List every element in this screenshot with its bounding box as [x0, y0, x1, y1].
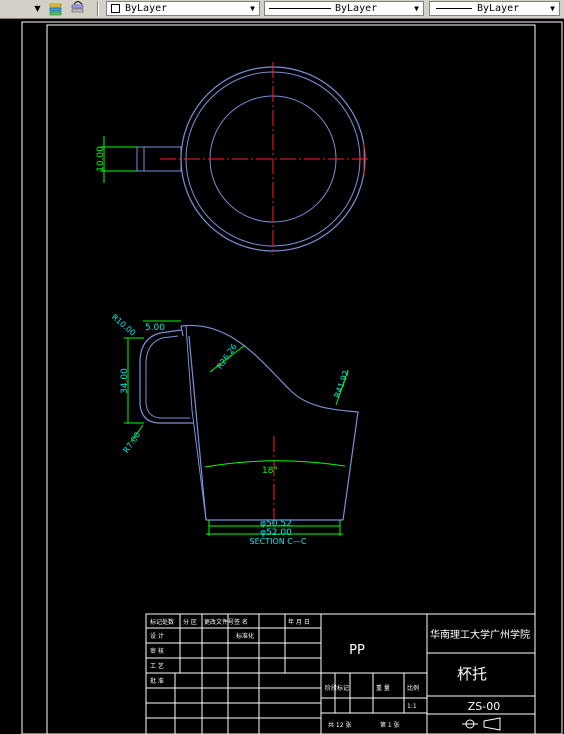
chevron-down-icon: ▼: [550, 4, 555, 13]
color-dropdown[interactable]: ByLayer ▼: [106, 1, 260, 16]
linetype-dropdown[interactable]: ByLayer ▼: [264, 1, 424, 16]
layer-states-icon[interactable]: [48, 1, 64, 16]
dim-height-text: 34.00: [120, 368, 130, 394]
handle-inner-profile: [145, 335, 190, 419]
section-view: 18° φ50.52 φ52.00 SECTION C—C 5.00 R10.0…: [110, 312, 359, 546]
dim-radius-curve-text: R26.26: [215, 342, 239, 370]
lineweight-preview: [436, 8, 472, 9]
chevron-down-icon: ▼: [414, 4, 419, 13]
dim-radius-top-text: R10.00: [110, 312, 138, 337]
header-cell-text: 年 月 日: [288, 618, 310, 626]
sheet-no-text: 第 1 张: [380, 721, 400, 729]
sheet-total-text: 共 12 张: [328, 721, 351, 729]
top-view: 10.00: [96, 62, 368, 255]
scale-value-text: 1:1: [407, 703, 417, 710]
chevron-down-icon: ▼: [250, 4, 255, 13]
dim-top-width-text: 5.00: [145, 323, 165, 333]
row-label-text: 审 核: [150, 647, 164, 655]
color-dropdown-label: ByLayer: [125, 3, 168, 14]
properties-toolbar: ▼ ByLayer ▼ ByLayer ▼ ByLayer ▼: [0, 0, 564, 19]
material-text: PP: [349, 643, 365, 658]
header-cell-text: 分 区: [183, 618, 197, 626]
header-cell-text: 签 名: [234, 618, 248, 626]
cup-profile-right: [180, 324, 359, 521]
stage-label-text: 阶段标记: [325, 684, 349, 692]
toolbar-separator: [97, 1, 99, 16]
dim-radius-right-text: R41.92: [333, 369, 351, 399]
scale-label-text: 比例: [407, 684, 419, 692]
projection-symbol-icon: [462, 717, 501, 731]
handle-outer-profile: [139, 329, 194, 424]
school-name-text: 华南理工大学广州学院: [430, 628, 530, 641]
linetype-preview: [269, 8, 331, 9]
dim-radius-bottom-text: R7.00: [122, 430, 143, 454]
drawing-canvas[interactable]: 10.00 18° φ50.52 φ52.00 SECTION C—C 5.00…: [0, 18, 564, 734]
weight-label-text: 重 量: [376, 684, 390, 692]
std-label-text: 标准化: [236, 632, 254, 640]
section-label: SECTION C—C: [250, 537, 307, 546]
lineweight-dropdown-label: ByLayer: [477, 3, 520, 14]
row-label-text: 批 准: [150, 677, 164, 685]
sheet-outer-border: [21, 21, 563, 734]
row-label-text: 设 计: [150, 632, 164, 640]
dim-handle-width-text: 10.00: [96, 146, 106, 172]
part-name-text: 杯托: [457, 665, 487, 683]
row-label-text: 工 艺: [150, 662, 164, 670]
color-swatch-icon: [111, 4, 120, 13]
dim-angle-text: 18°: [262, 466, 278, 476]
header-cell-text: 更改文件号: [204, 618, 234, 626]
dropdown-arrow-icon[interactable]: ▼: [32, 2, 43, 15]
layer-previous-icon[interactable]: [70, 0, 86, 16]
linetype-dropdown-label: ByLayer: [335, 3, 378, 14]
header-cell-text: 标记处数: [150, 618, 174, 626]
lineweight-dropdown[interactable]: ByLayer ▼: [429, 1, 560, 16]
drawing-no-text: ZS-00: [468, 700, 500, 713]
